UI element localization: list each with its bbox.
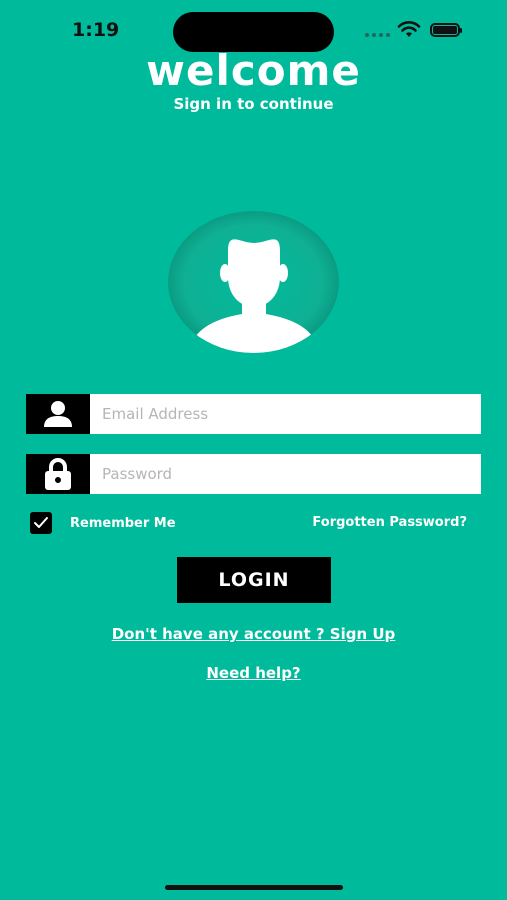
help-link[interactable]: Need help? — [206, 664, 300, 682]
remember-me-toggle[interactable]: Remember Me — [30, 512, 176, 534]
status-time: 1:19 — [72, 19, 120, 41]
signup-link[interactable]: Don't have any account ? Sign Up — [112, 625, 396, 643]
cellular-signal-icon — [365, 33, 390, 37]
forgot-password-link[interactable]: Forgotten Password? — [312, 515, 467, 530]
lock-icon — [26, 454, 90, 494]
checkmark-icon — [34, 517, 48, 528]
home-indicator[interactable] — [165, 885, 343, 890]
page-subtitle: Sign in to continue — [173, 95, 334, 113]
email-input[interactable] — [90, 394, 481, 434]
battery-icon — [430, 23, 462, 37]
email-field-row — [26, 394, 481, 434]
password-field-row — [26, 454, 481, 494]
password-input[interactable] — [90, 454, 481, 494]
wifi-icon — [397, 21, 421, 37]
help-link-row: Need help? — [0, 664, 507, 682]
user-avatar-icon — [168, 211, 339, 353]
login-button[interactable]: LOGIN — [177, 557, 331, 603]
remember-checkbox[interactable] — [30, 512, 52, 534]
remember-me-label: Remember Me — [70, 515, 176, 531]
user-icon — [26, 394, 90, 434]
page-title: welcome — [146, 46, 361, 95]
signup-link-row: Don't have any account ? Sign Up — [0, 625, 507, 643]
